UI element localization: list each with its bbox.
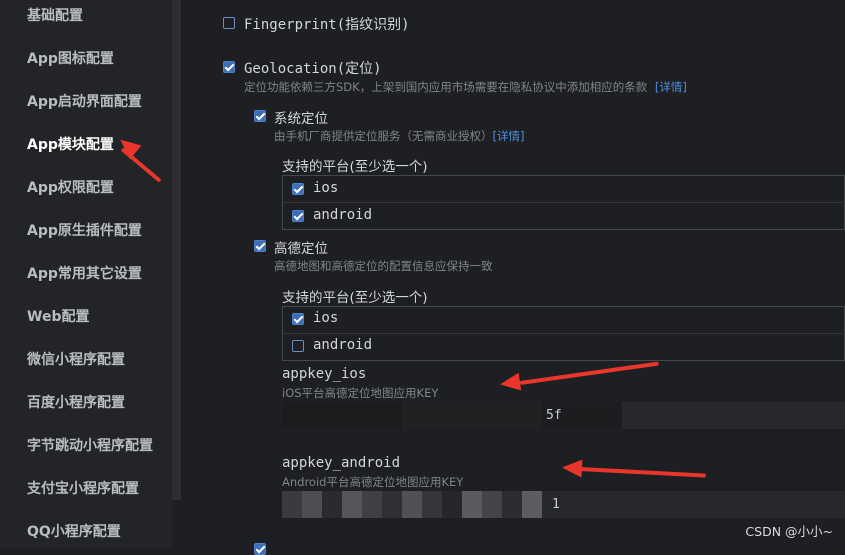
module-config-panel: Fingerprint(指纹识别) Geolocation(定位) 定位功能依赖… <box>182 0 845 555</box>
system-location-description: 由手机厂商提供定位服务（无需商业授权）[详情] <box>274 128 524 144</box>
watermark: CSDN @小小~ <box>745 524 833 539</box>
amap-location-label: 高德定位 <box>274 241 328 257</box>
appkey-android-redacted-block <box>422 491 442 518</box>
sidebar-item-web[interactable]: Web配置 <box>27 306 89 326</box>
appkey-android-redacted-block <box>382 491 402 518</box>
arrow-head <box>561 458 583 478</box>
sidebar-item-baidu-mp[interactable]: 百度小程序配置 <box>27 392 125 412</box>
amap-platforms-divider <box>283 333 845 334</box>
arrow-head <box>498 372 522 394</box>
sidebar-item-app-splash[interactable]: App启动界面配置 <box>27 91 142 111</box>
appkey-android-redacted-block <box>342 491 362 518</box>
appkey-android-redacted-block <box>282 491 302 518</box>
appkey-android-input[interactable]: 1 <box>282 491 845 518</box>
geolocation-desc-text: 定位功能依赖三方SDK，上架到国内应用市场需要在隐私协议中添加相应的条款 <box>244 80 648 94</box>
appkey-ios-redacted-block <box>282 402 402 429</box>
fingerprint-label: Fingerprint(指纹识别) <box>244 17 410 33</box>
appkey-ios-description: iOS平台高德定位地图应用KEY <box>282 386 439 400</box>
appkey-android-redacted-block <box>402 491 422 518</box>
sidebar-item-app-modules[interactable]: App模块配置 <box>27 134 114 154</box>
system-platforms-title: 支持的平台(至少选一个) <box>282 159 428 175</box>
amap-platforms-title: 支持的平台(至少选一个) <box>282 290 428 306</box>
sidebar-item-alipay-mp[interactable]: 支付宝小程序配置 <box>27 478 139 498</box>
geolocation-details-link[interactable]: [详情] <box>655 80 687 94</box>
appkey-android-description: Android平台高德定位地图应用KEY <box>282 475 464 489</box>
sidebar: 基础配置 App图标配置 App启动界面配置 App模块配置 App权限配置 A… <box>0 0 172 548</box>
system-location-checkbox[interactable] <box>254 110 266 122</box>
amap-platform-android-checkbox[interactable] <box>292 340 304 352</box>
appkey-android-redacted-block <box>362 491 382 518</box>
sidebar-item-basic[interactable]: 基础配置 <box>27 5 83 25</box>
sidebar-item-app-permissions[interactable]: App权限配置 <box>27 177 114 197</box>
amap-platform-ios-label: ios <box>313 310 339 326</box>
appkey-android-label: appkey_android <box>282 455 401 471</box>
system-platforms-divider <box>283 202 845 203</box>
appkey-ios-label: appkey_ios <box>282 366 367 382</box>
system-platform-android-checkbox[interactable] <box>292 210 304 222</box>
system-location-details-link[interactable]: [详情] <box>493 129 525 143</box>
next-option-checkbox[interactable] <box>254 543 266 555</box>
system-platform-ios-label: ios <box>313 180 339 196</box>
sidebar-item-qq-mp[interactable]: QQ小程序配置 <box>27 521 121 541</box>
amap-platform-android-label: android <box>313 337 373 353</box>
appkey-android-redacted-block <box>522 491 542 518</box>
geolocation-label: Geolocation(定位) <box>244 61 382 77</box>
appkey-ios-redacted-block <box>402 402 542 429</box>
sidebar-scrollbar[interactable] <box>172 0 182 500</box>
appkey-android-redacted-block <box>322 491 342 518</box>
appkey-android-redacted-block <box>302 491 322 518</box>
geolocation-checkbox[interactable] <box>223 61 235 73</box>
sidebar-item-app-icon[interactable]: App图标配置 <box>27 48 114 68</box>
sidebar-item-app-other-settings[interactable]: App常用其它设置 <box>27 263 142 283</box>
amap-platform-ios-checkbox[interactable] <box>292 313 304 325</box>
system-platform-ios-checkbox[interactable] <box>292 183 304 195</box>
geolocation-description: 定位功能依赖三方SDK，上架到国内应用市场需要在隐私协议中添加相应的条款 [详情… <box>244 79 687 95</box>
appkey-android-redacted-block <box>462 491 482 518</box>
system-location-desc-text: 由手机厂商提供定位服务（无需商业授权） <box>274 129 493 143</box>
appkey-android-redacted-block <box>482 491 502 518</box>
sidebar-item-app-native-plugins[interactable]: App原生插件配置 <box>27 220 142 240</box>
system-location-label: 系统定位 <box>274 111 328 127</box>
appkey-ios-value: 5f <box>546 408 562 423</box>
system-platform-android-label: android <box>313 207 373 223</box>
fingerprint-checkbox[interactable] <box>223 17 235 29</box>
appkey-android-redacted-block <box>442 491 462 518</box>
amap-location-description: 高德地图和高德定位的配置信息应保持一致 <box>274 259 493 273</box>
sidebar-item-weixin-mp[interactable]: 微信小程序配置 <box>27 349 125 369</box>
sidebar-item-toutiao-mp[interactable]: 字节跳动小程序配置 <box>27 435 153 455</box>
amap-location-checkbox[interactable] <box>254 240 266 252</box>
appkey-android-value: 1 <box>552 497 560 512</box>
appkey-ios-input[interactable]: 5f <box>282 402 845 429</box>
appkey-android-redacted-block <box>502 491 522 518</box>
